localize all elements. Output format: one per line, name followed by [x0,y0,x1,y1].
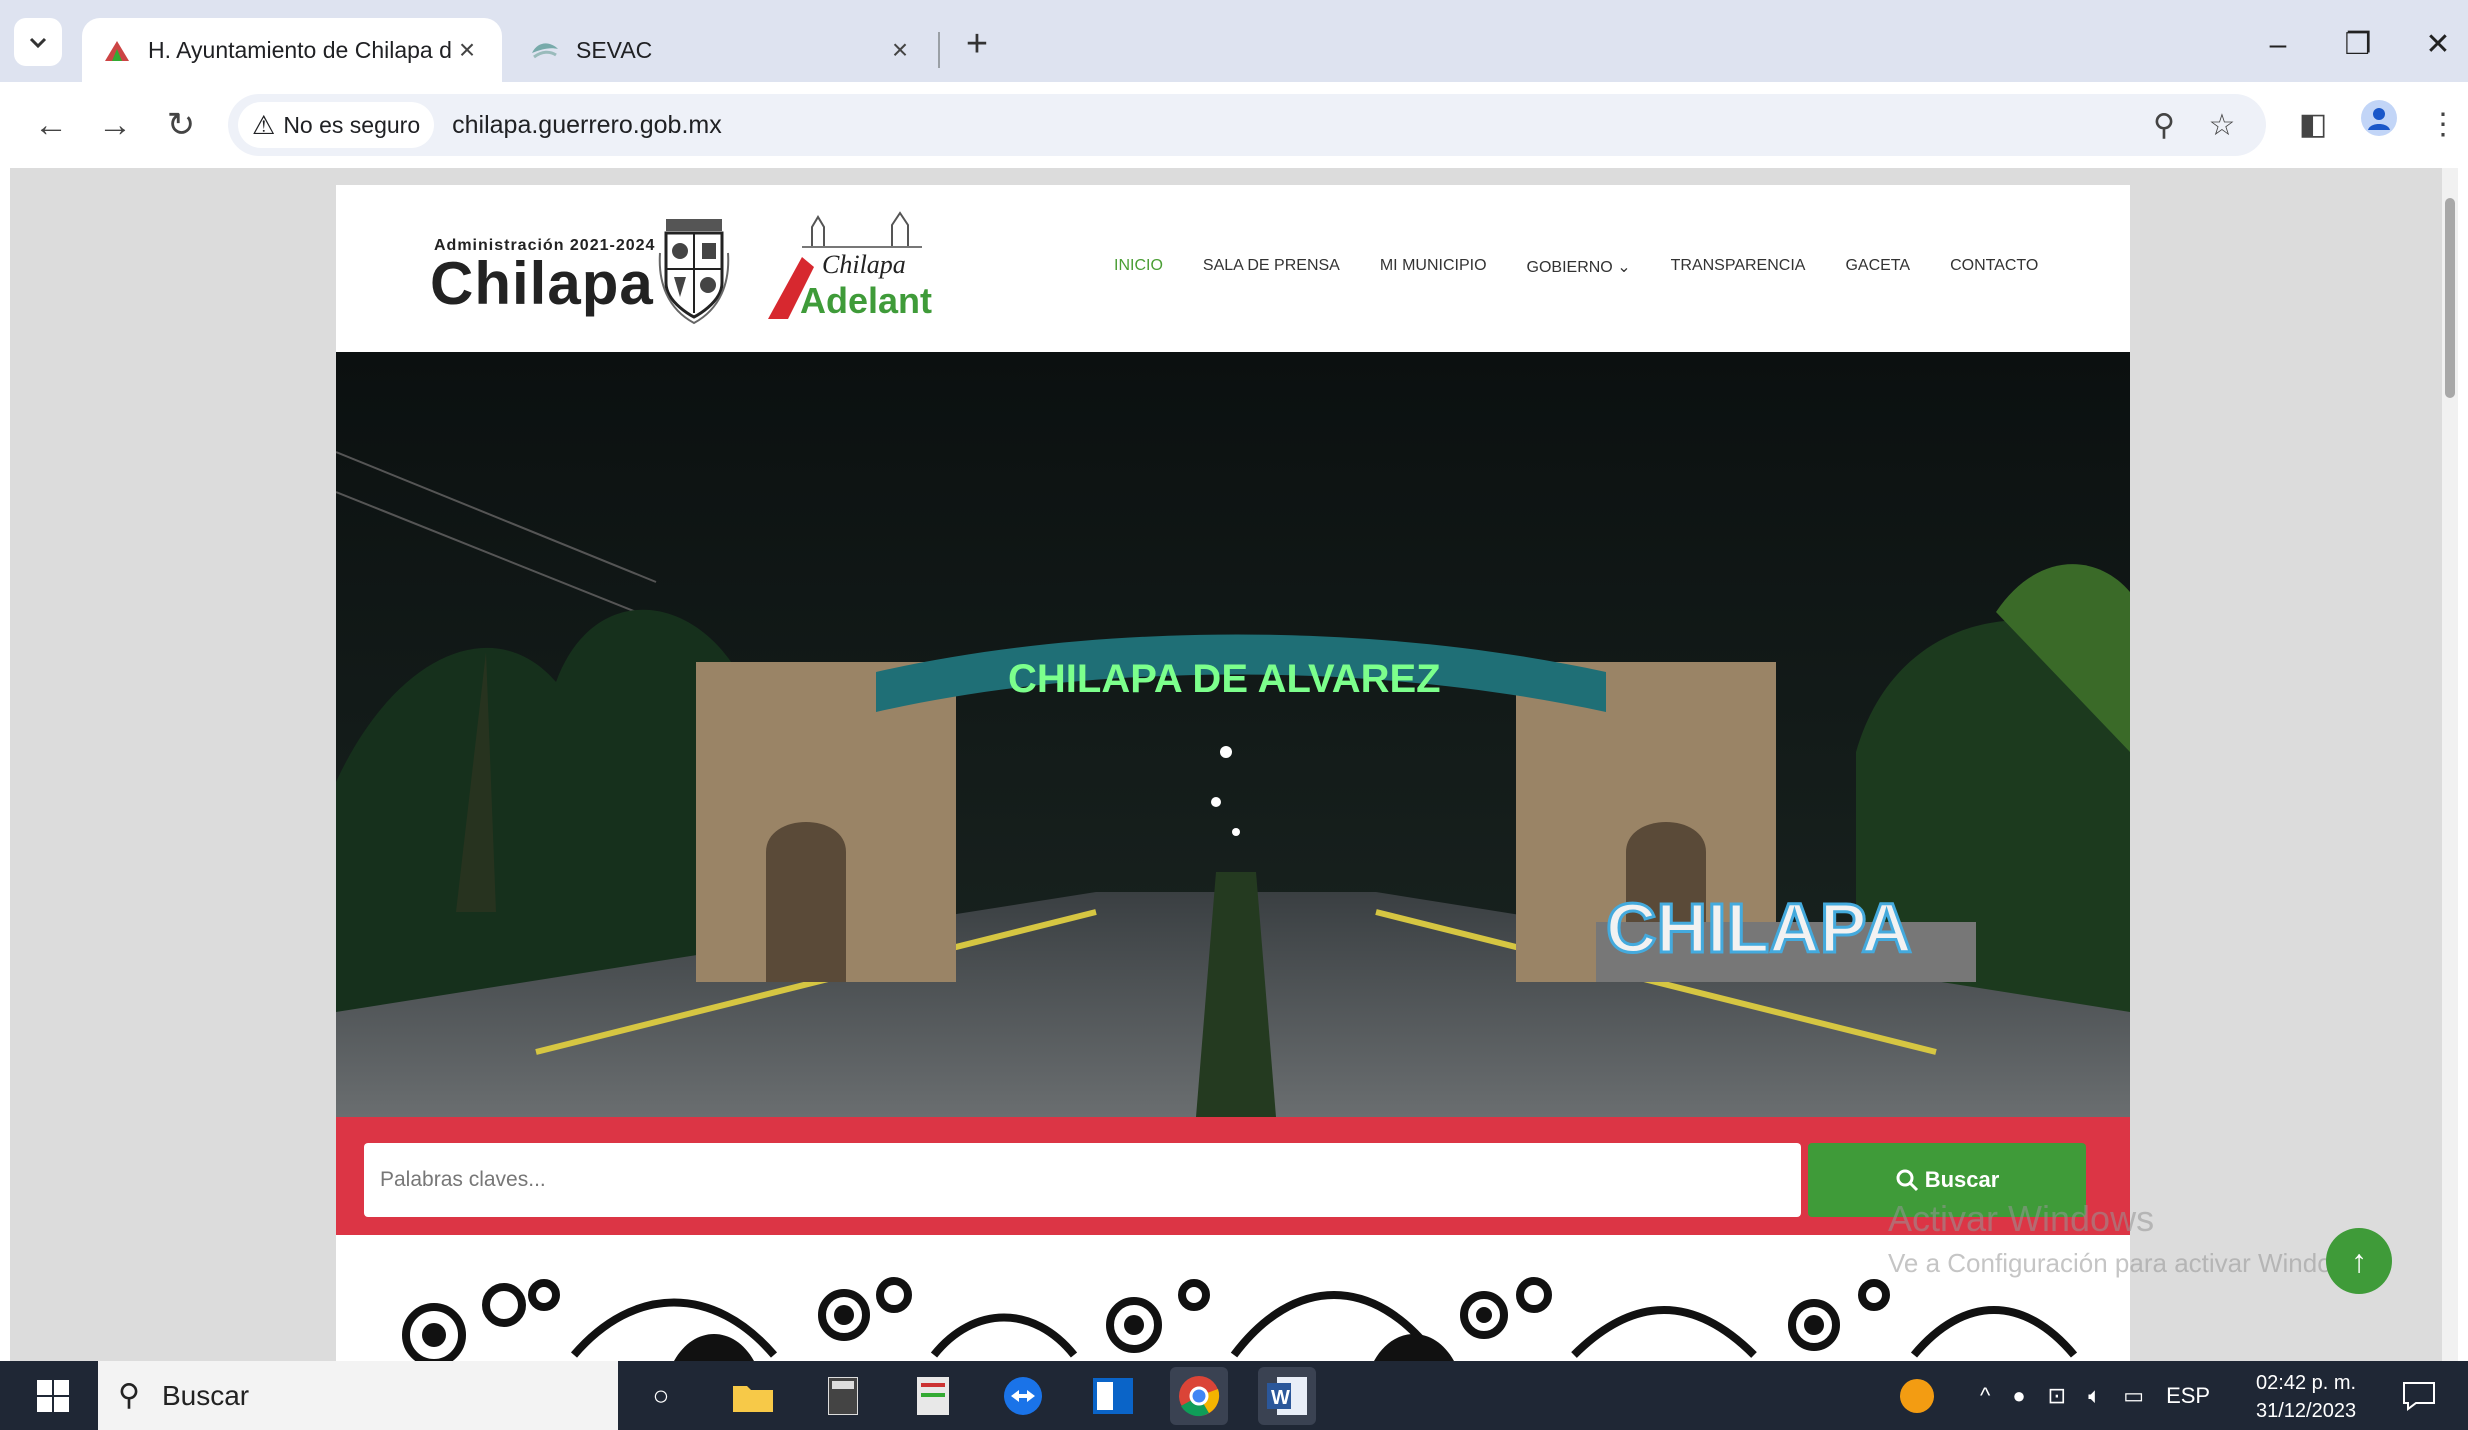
network-icon[interactable]: ⊡ [2048,1383,2066,1409]
new-tab-icon[interactable]: + [955,22,999,66]
task-view-icon[interactable]: ○ [632,1367,690,1425]
slogan-bottom: Adelante [800,280,932,321]
clock-time: 02:42 p. m. [2256,1372,2357,1394]
reload-icon[interactable]: ↻ [156,100,206,150]
taskbar-search-box[interactable]: ⚲ Buscar [98,1361,618,1430]
file-explorer-icon[interactable] [724,1367,782,1425]
teamviewer-icon[interactable] [994,1367,1052,1425]
activate-windows-watermark: Activar Windows Ve a Configuración para … [1888,1198,2371,1279]
weather-icon[interactable] [1900,1378,1934,1413]
forward-icon[interactable]: → [90,100,140,150]
clock-date: 31/12/2023 [2256,1400,2357,1422]
screen: H. Ayuntamiento de Chilapa de × SEVAC × … [0,0,2468,1430]
close-tab-icon[interactable]: × [452,34,482,66]
chrome-icon[interactable] [1170,1367,1228,1425]
decorative-pattern-banner [402,1277,2078,1361]
close-tab-icon[interactable]: × [885,34,915,66]
page-scrollbar[interactable] [2442,168,2458,1361]
show-hidden-icons-icon[interactable]: ^ [1980,1383,1990,1409]
minimize-icon[interactable]: – [2238,18,2318,72]
url-text[interactable]: chilapa.guerrero.gob.mx [452,111,722,140]
watermark-subtitle: Ve a Configuración para activar Windows. [1888,1248,2371,1278]
menu-kebab-icon[interactable]: ⋮ [2418,100,2468,150]
municipal-crest-icon [658,219,730,325]
nav-inicio[interactable]: INICIO [1114,257,1163,277]
search-band: Palabras claves... Buscar [336,1117,2130,1235]
warning-icon: ⚠ [252,109,276,140]
taskbar-search-label: Buscar [161,1379,250,1411]
browser-tabstrip: H. Ayuntamiento de Chilapa de × SEVAC × … [0,0,2468,82]
outlook-icon[interactable] [1084,1367,1142,1425]
volume-icon[interactable]: 🔈︎ [2088,1383,2101,1409]
main-nav: INICIO SALA DE PRENSA MI MUNICIPIO GOBIE… [1114,257,2078,277]
chilapa-favicon-icon [105,41,129,61]
close-window-icon[interactable]: ✕ [2398,18,2468,72]
calculator-icon[interactable] [814,1367,872,1425]
slogan-top: Chilapa [822,250,906,279]
zoom-icon[interactable]: ⚲ [2142,104,2186,148]
system-tray: ^ ● ⊡ 🔈︎ ▭ ESP [1900,1361,2210,1430]
back-to-top-button[interactable]: ↑ [2326,1228,2392,1294]
restore-icon[interactable]: ❐ [2318,18,2398,72]
nav-sala-de-prensa[interactable]: SALA DE PRENSA [1203,257,1340,277]
word-icon[interactable]: W [1258,1367,1316,1425]
sevac-favicon-icon [532,43,558,59]
site-header: Administración 2021-2024 Chilapa Chilapa… [336,185,2130,352]
chilapa-adelante-logo: Chilapa Adelante [768,211,932,321]
side-panel-icon[interactable]: ◧ [2288,100,2338,150]
search-input[interactable]: Palabras claves... [364,1143,1801,1217]
watermark-title: Activar Windows [1888,1198,2155,1239]
nav-gobierno[interactable]: GOBIERNO ⌄ [1527,257,1631,277]
security-chip[interactable]: ⚠ No es seguro [238,102,435,148]
tab-chilapa[interactable]: H. Ayuntamiento de Chilapa de × [82,18,502,82]
security-label: No es seguro [283,111,421,138]
search-icon [1896,1169,1918,1192]
windows-start-icon[interactable] [10,1361,96,1430]
chilapa-letters-text: CHILAPA [1606,889,1912,967]
search-icon: ⚲ [118,1379,140,1412]
clock[interactable]: 02:42 p. m. 31/12/2023 [2256,1369,2356,1425]
hero-image: CHILAPA DE ALVAREZ CHILAPA [336,352,2130,1117]
hero-arch-illustration: CHILAPA DE ALVAREZ CHILAPA [336,352,2130,1117]
bookmark-star-icon[interactable]: ☆ [2200,104,2244,148]
address-bar[interactable]: ⚠ No es seguro chilapa.guerrero.gob.mx ⚲… [228,94,2266,156]
tab-title: SEVAC [576,36,653,63]
nav-gaceta[interactable]: GACETA [1845,257,1910,277]
page-viewport: Administración 2021-2024 Chilapa Chilapa… [10,168,2458,1361]
display-icon[interactable]: ▭ [2123,1383,2144,1409]
nav-mi-municipio[interactable]: MI MUNICIPIO [1380,257,1487,277]
tab-search-button[interactable] [14,18,62,66]
arch-sign-text: CHILAPA DE ALVAREZ [1008,657,1441,701]
notes-app-icon[interactable] [904,1367,962,1425]
browser-toolbar: ← → ↻ ⚠ No es seguro chilapa.guerrero.go… [0,82,2468,168]
search-button-label: Buscar [1924,1167,2000,1192]
profile-avatar-icon[interactable] [2354,100,2404,150]
back-icon[interactable]: ← [26,100,76,150]
logo-name[interactable]: Chilapa [430,249,654,318]
tab-title: H. Ayuntamiento de Chilapa de [148,36,452,63]
security-shield-icon[interactable]: ● [2012,1383,2025,1409]
chevron-down-icon [29,37,47,49]
language-indicator[interactable]: ESP [2166,1383,2210,1409]
nav-contacto[interactable]: CONTACTO [1950,257,2038,277]
notifications-icon[interactable] [2402,1361,2436,1430]
nav-transparencia[interactable]: TRANSPARENCIA [1671,257,1806,277]
scrollbar-thumb[interactable] [2445,198,2455,398]
windows-taskbar: ⚲ Buscar ○ W ^ ● ⊡ 🔈︎ ▭ ESP 02:42 p. m. … [0,1361,2468,1430]
tab-separator [938,32,940,68]
tab-sevac[interactable]: SEVAC × [510,18,935,82]
website: Administración 2021-2024 Chilapa Chilapa… [336,185,2130,1361]
svg-text:W: W [1271,1387,1290,1409]
